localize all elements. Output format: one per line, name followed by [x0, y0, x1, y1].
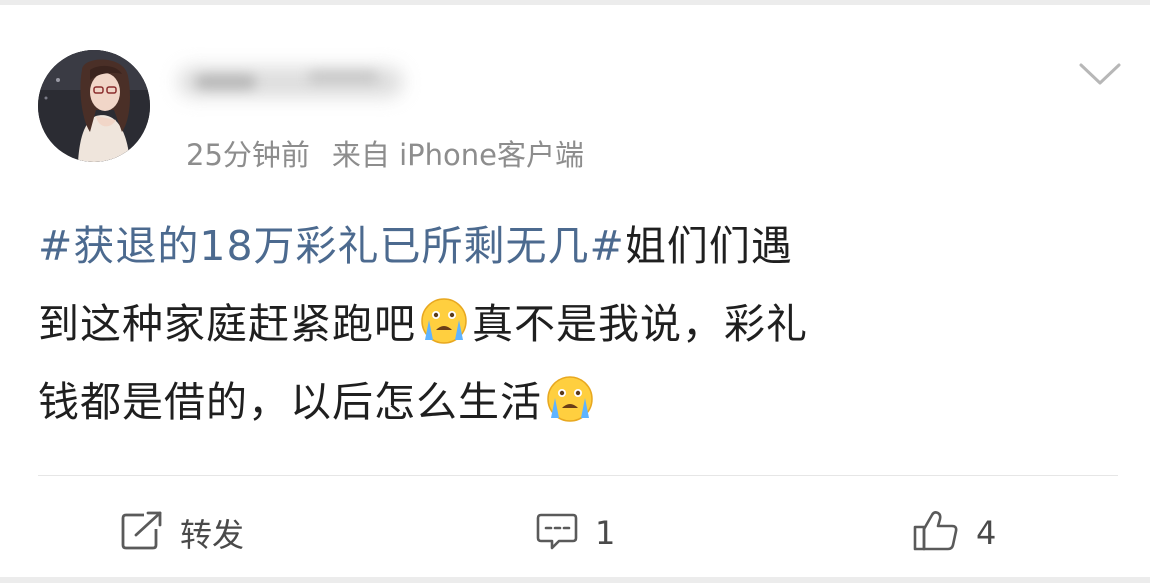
content-text: 钱都是借的，以后怎么生活	[38, 378, 542, 426]
post-time: 25分钟前	[186, 138, 310, 172]
content-text: 姐们们遇	[624, 222, 793, 270]
chevron-down-icon[interactable]	[1078, 61, 1122, 87]
post-meta: 25分钟前 来自 iPhone客户端	[186, 135, 584, 175]
username-blur	[308, 71, 378, 83]
comment-count: 1	[595, 514, 616, 552]
hashtag-link[interactable]: #获退的18万彩礼已所剩无几#	[38, 222, 625, 270]
like-button[interactable]: 4	[912, 507, 996, 559]
thumbs-up-icon	[912, 509, 960, 557]
comment-button[interactable]: 1	[535, 507, 615, 559]
weibo-post-card: 25分钟前 来自 iPhone客户端 #获退的18万彩礼已所剩无几#姐们们遇 到这…	[0, 5, 1150, 577]
post-source: 来自 iPhone客户端	[331, 138, 585, 172]
crying-face-icon	[545, 371, 595, 422]
comment-icon	[535, 511, 579, 555]
content-text: 真不是我说，彩礼	[472, 300, 808, 348]
username-blur	[196, 75, 256, 89]
repost-button[interactable]: 转发	[120, 507, 244, 559]
content-line: 钱都是借的，以后怎么生活	[38, 363, 1118, 441]
content-text: 到这种家庭赶紧跑吧	[38, 300, 416, 348]
repost-label: 转发	[180, 516, 245, 554]
divider	[38, 475, 1118, 476]
crying-face-icon	[419, 293, 469, 344]
content-line: 到这种家庭赶紧跑吧 真不是我说，彩礼	[38, 285, 1118, 363]
like-count: 4	[976, 514, 997, 552]
username-redacted[interactable]	[178, 53, 418, 105]
post-content: #获退的18万彩礼已所剩无几#姐们们遇 到这种家庭赶紧跑吧 真不是我说，彩礼 钱都…	[38, 207, 1118, 441]
repost-icon	[120, 511, 164, 555]
avatar[interactable]	[38, 50, 150, 162]
content-line: #获退的18万彩礼已所剩无几#姐们们遇	[38, 207, 1118, 285]
